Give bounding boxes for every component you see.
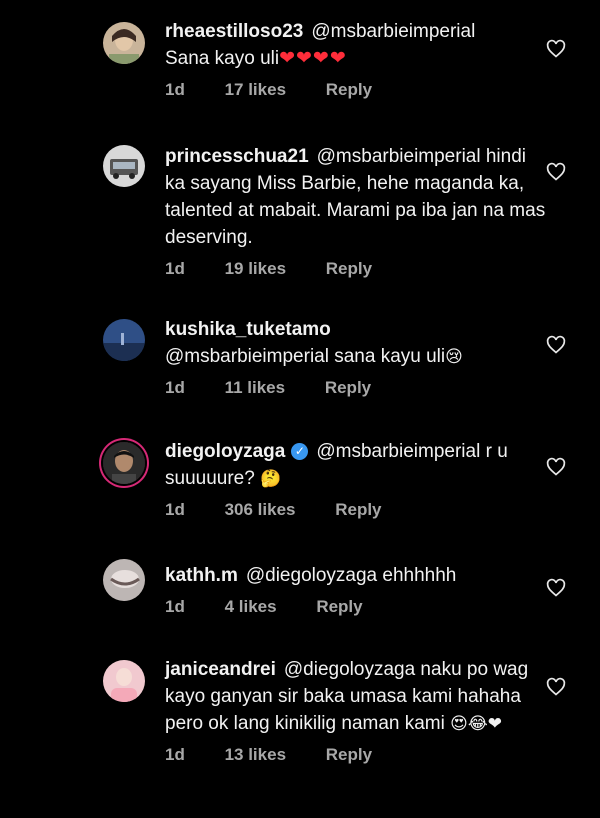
- reply-button[interactable]: Reply: [326, 745, 372, 764]
- comment-meta: 1d 13 likes Reply: [165, 745, 550, 765]
- comment-body: rheaestilloso23 @msbarbieimperial Sana ka…: [165, 18, 550, 100]
- heart-outline-icon[interactable]: [546, 39, 566, 59]
- avatar[interactable]: [103, 145, 145, 187]
- comment-text: kushika_tuketamo @msbarbieimperial sana k…: [165, 316, 550, 370]
- username[interactable]: kushika_tuketamo: [165, 319, 331, 340]
- heart-outline-icon[interactable]: [546, 578, 566, 598]
- comment-age: 1d: [165, 259, 185, 278]
- likes-count[interactable]: 19 likes: [225, 259, 286, 278]
- avatar[interactable]: [103, 442, 145, 484]
- comment-age: 1d: [165, 745, 185, 764]
- comment-meta: 1d 4 likes Reply: [165, 597, 550, 617]
- username[interactable]: rheaestilloso23: [165, 21, 303, 42]
- comment-meta: 1d 306 likes Reply: [165, 500, 550, 520]
- likes-count[interactable]: 11 likes: [225, 378, 286, 397]
- likes-count[interactable]: 13 likes: [225, 745, 286, 764]
- comment-message: @msbarbieimperial sana kayu uli: [165, 346, 446, 367]
- heart-outline-icon[interactable]: [546, 162, 566, 182]
- comment-text: diegoloyzaga ✓ @msbarbieimperial r u suuuu…: [165, 438, 550, 492]
- verified-badge-icon: ✓: [291, 443, 309, 460]
- reply-button[interactable]: Reply: [326, 80, 372, 99]
- username[interactable]: janiceandrei: [165, 659, 276, 680]
- likes-count[interactable]: 306 likes: [225, 500, 296, 519]
- comment-meta: 1d 17 likes Reply: [165, 80, 550, 100]
- reply-button[interactable]: Reply: [316, 597, 362, 616]
- username[interactable]: princesschua21: [165, 146, 309, 167]
- avatar[interactable]: [103, 22, 145, 64]
- username[interactable]: kathh.m: [165, 565, 238, 586]
- comment-message: @diegoloyzaga ehhhhhh: [245, 565, 457, 586]
- reply-button[interactable]: Reply: [335, 500, 381, 519]
- comment-meta: 1d 11 likes Reply: [165, 378, 550, 398]
- reply-button[interactable]: Reply: [325, 378, 371, 397]
- heart-outline-icon[interactable]: [546, 677, 566, 697]
- avatar[interactable]: [103, 660, 145, 702]
- comment-age: 1d: [165, 378, 185, 397]
- heart-outline-icon[interactable]: [546, 335, 566, 355]
- reply-button[interactable]: Reply: [326, 259, 372, 278]
- comment-text: kathh.m @diegoloyzaga ehhhhhh: [165, 562, 550, 589]
- comment-text: rheaestilloso23 @msbarbieimperial Sana ka…: [165, 18, 550, 72]
- username[interactable]: diegoloyzaga: [165, 441, 285, 462]
- emoji-crying: 😢: [445, 347, 463, 366]
- emoji-group: 😍😂❤: [450, 714, 502, 733]
- comment-body: kathh.m @diegoloyzaga ehhhhhh 1d 4 likes …: [165, 562, 550, 617]
- comment-body: kushika_tuketamo @msbarbieimperial sana k…: [165, 316, 550, 398]
- comment-meta: 1d 19 likes Reply: [165, 259, 550, 279]
- avatar[interactable]: [103, 319, 145, 361]
- comment-body: princesschua21 @msbarbieimperial hindi ka…: [165, 143, 550, 279]
- likes-count[interactable]: 4 likes: [225, 597, 277, 616]
- comment-body: diegoloyzaga ✓ @msbarbieimperial r u suuuu…: [165, 438, 550, 520]
- avatar[interactable]: [103, 559, 145, 601]
- comment-age: 1d: [165, 500, 185, 519]
- comment-text: princesschua21 @msbarbieimperial hindi ka…: [165, 143, 550, 251]
- emoji-thinking: 🤔: [260, 469, 282, 488]
- heart-outline-icon[interactable]: [546, 457, 566, 477]
- comment-text: janiceandrei @diegoloyzaga naku po wag ka…: [165, 656, 550, 737]
- comment-body: janiceandrei @diegoloyzaga naku po wag ka…: [165, 656, 550, 765]
- emoji-hearts: ❤❤❤❤: [279, 48, 347, 69]
- likes-count[interactable]: 17 likes: [225, 80, 286, 99]
- comment-age: 1d: [165, 80, 185, 99]
- comment-age: 1d: [165, 597, 185, 616]
